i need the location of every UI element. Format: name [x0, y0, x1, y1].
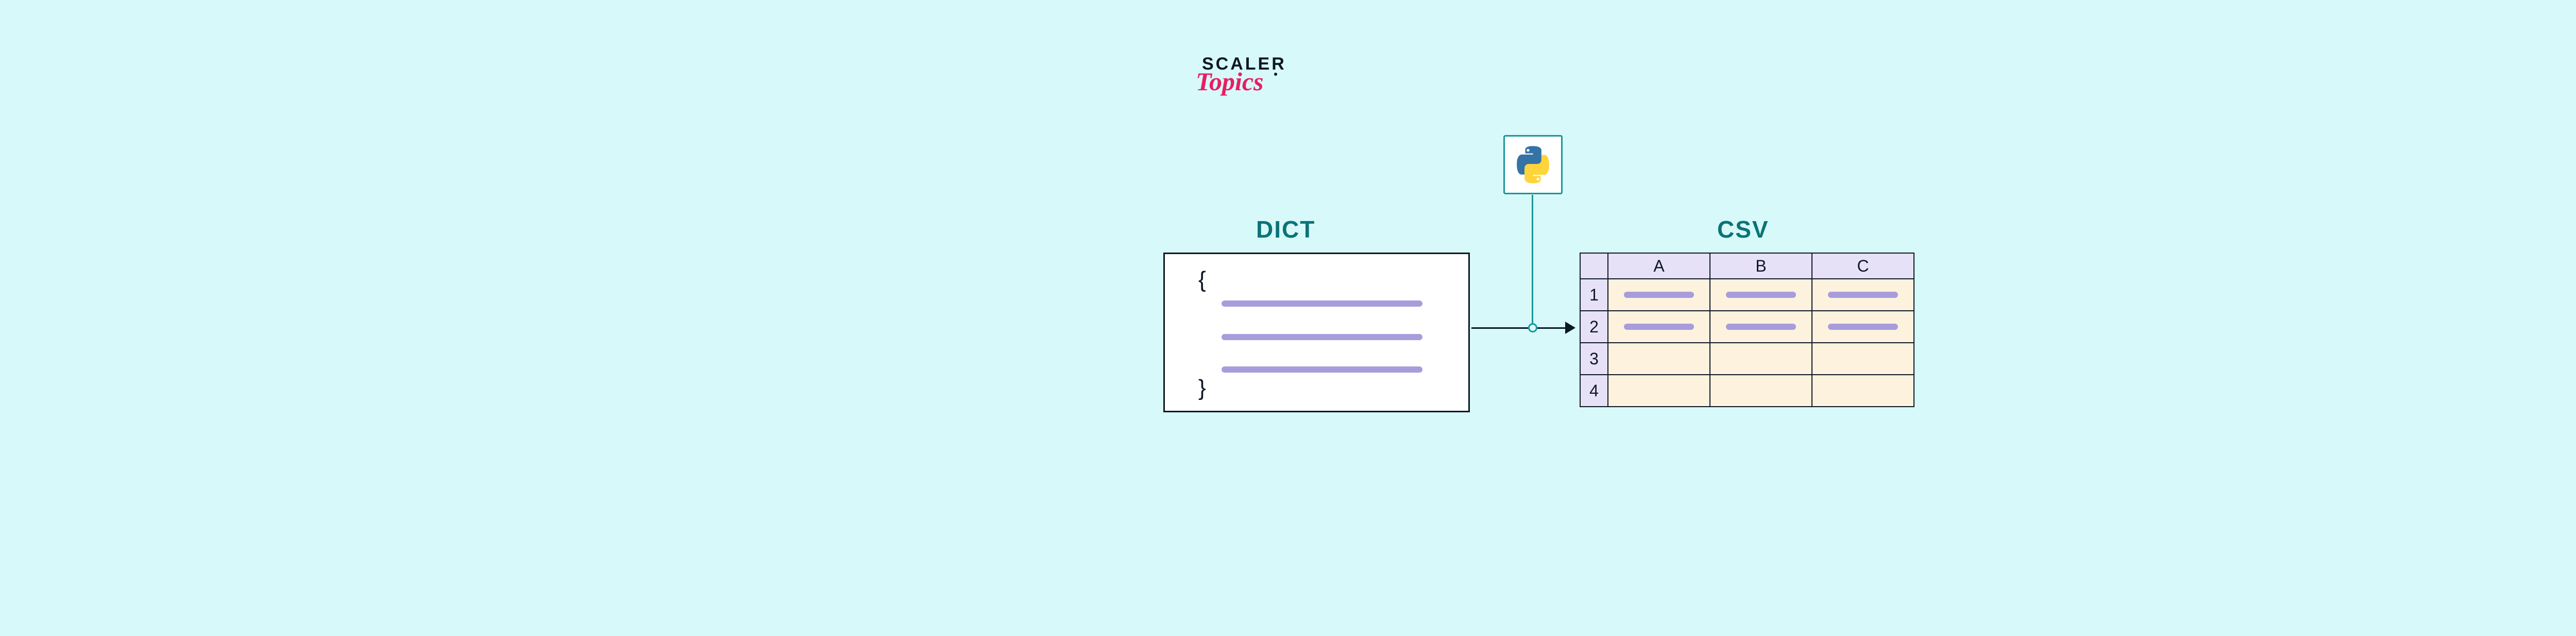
table-row: 4: [1580, 375, 1914, 407]
csv-table: A B C 1 2 3 4: [1580, 253, 1914, 407]
cell-content-line: [1624, 324, 1694, 330]
column-header: B: [1710, 253, 1812, 279]
connector-arrowhead: [1565, 322, 1575, 334]
table-row: 2: [1580, 311, 1914, 343]
table-corner-cell: [1580, 253, 1608, 279]
connector-node: [1528, 323, 1537, 332]
table-cell: [1812, 279, 1914, 311]
table-cell: [1710, 279, 1812, 311]
python-icon-box: [1503, 135, 1563, 194]
table-cell: [1608, 375, 1710, 407]
row-header: 1: [1580, 279, 1608, 311]
table-cell: [1608, 279, 1710, 311]
column-header: A: [1608, 253, 1710, 279]
open-brace: {: [1198, 267, 1206, 293]
table-cell: [1710, 375, 1812, 407]
dict-heading: DICT: [1256, 215, 1315, 243]
cell-content-line: [1624, 292, 1694, 298]
table-row: 1: [1580, 279, 1914, 311]
table-cell: [1812, 311, 1914, 343]
column-header: C: [1812, 253, 1914, 279]
table-cell: [1710, 343, 1812, 375]
table-cell: [1812, 343, 1914, 375]
csv-heading: CSV: [1717, 215, 1769, 243]
scaler-topics-logo: SCALER Topics: [1202, 54, 1286, 96]
table-cell: [1608, 343, 1710, 375]
dict-content-line: [1222, 334, 1422, 340]
table-row: 3: [1580, 343, 1914, 375]
row-header: 3: [1580, 343, 1608, 375]
table-cell: [1812, 375, 1914, 407]
connector-vertical: [1532, 195, 1533, 325]
cell-content-line: [1726, 324, 1796, 330]
python-icon: [1514, 145, 1552, 184]
row-header: 4: [1580, 375, 1608, 407]
logo-dot: [1274, 73, 1277, 76]
connector-arrow-shaft: [1471, 327, 1570, 329]
table-cell: [1710, 311, 1812, 343]
dict-content-line: [1222, 366, 1422, 373]
table-cell: [1608, 311, 1710, 343]
cell-content-line: [1726, 292, 1796, 298]
cell-content-line: [1828, 292, 1898, 298]
row-header: 2: [1580, 311, 1608, 343]
cell-content-line: [1828, 324, 1898, 330]
dict-box: { }: [1163, 253, 1470, 412]
close-brace: }: [1198, 375, 1206, 401]
dict-content-line: [1222, 300, 1422, 307]
